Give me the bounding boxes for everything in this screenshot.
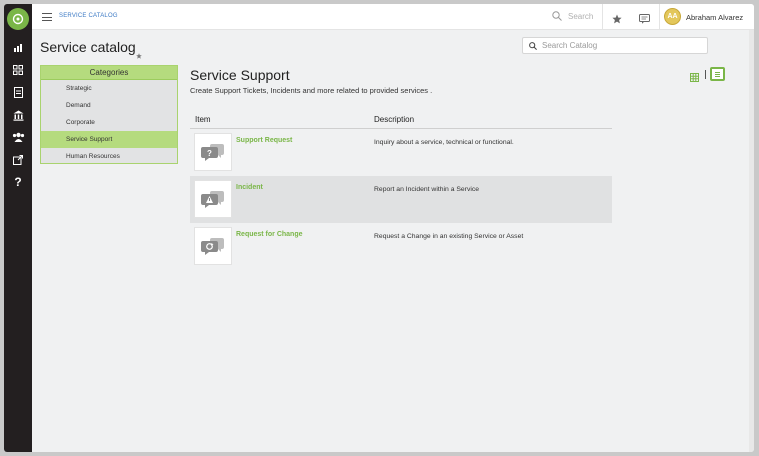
users-icon[interactable] bbox=[4, 129, 32, 145]
list-view-icon bbox=[715, 71, 720, 77]
app-logo[interactable] bbox=[7, 8, 29, 30]
question-bubble-icon: ? bbox=[201, 144, 224, 161]
view-toggle-divider bbox=[705, 70, 706, 79]
category-item-demand[interactable]: Demand bbox=[41, 97, 177, 114]
building-icon[interactable] bbox=[4, 107, 32, 123]
search-icon bbox=[552, 11, 562, 21]
global-search[interactable]: Search bbox=[552, 11, 593, 21]
divider bbox=[602, 4, 603, 30]
hamburger-menu-icon[interactable] bbox=[42, 13, 52, 21]
search-icon bbox=[529, 41, 537, 50]
category-item-human-resources[interactable]: Human Resources bbox=[41, 148, 177, 165]
page-scrollbar[interactable] bbox=[749, 30, 754, 452]
external-link-icon[interactable] bbox=[4, 152, 32, 168]
item-link-incident[interactable]: Incident bbox=[236, 184, 263, 191]
item-description: Inquiry about a service, technical or fu… bbox=[374, 139, 514, 146]
global-search-placeholder: Search bbox=[568, 11, 594, 21]
grid-icon[interactable] bbox=[4, 62, 32, 78]
column-header-description: Description bbox=[374, 115, 415, 124]
breadcrumb[interactable]: SERVICE CATALOG bbox=[59, 13, 118, 19]
top-bar: SERVICE CATALOG Search AA Abraham Alvare… bbox=[32, 4, 754, 30]
section-description: Create Support Tickets, Incidents and mo… bbox=[190, 86, 433, 95]
catalog-items-table: Item Description ? Support Request Inqui… bbox=[190, 111, 612, 270]
avatar[interactable]: AA bbox=[664, 8, 681, 25]
categories-header: Categories bbox=[41, 66, 177, 80]
list-view-button[interactable] bbox=[710, 67, 725, 81]
item-thumbnail[interactable] bbox=[194, 180, 232, 218]
app-window: ? SERVICE CATALOG Search AA Abraham Alva… bbox=[4, 4, 754, 452]
item-description: Report an Incident within a Service bbox=[374, 186, 480, 193]
category-item-strategic[interactable]: Strategic bbox=[41, 80, 177, 97]
page-title: Service catalog bbox=[40, 39, 136, 55]
warning-bubble-icon bbox=[201, 191, 224, 208]
item-description: Request a Change in an existing Service … bbox=[374, 233, 524, 240]
table-row[interactable]: ? Support Request Inquiry about a servic… bbox=[190, 129, 612, 176]
item-thumbnail[interactable]: ? bbox=[194, 133, 232, 171]
left-rail: ? bbox=[4, 4, 32, 452]
section-title: Service Support bbox=[190, 67, 290, 83]
item-thumbnail[interactable] bbox=[194, 227, 232, 265]
item-link-support-request[interactable]: Support Request bbox=[236, 137, 292, 144]
category-item-corporate[interactable]: Corporate bbox=[41, 114, 177, 131]
table-row[interactable]: Request for Change Request a Change in a… bbox=[190, 223, 612, 270]
refresh-bubble-icon bbox=[201, 238, 224, 255]
favorites-star-icon[interactable] bbox=[612, 11, 622, 29]
table-row[interactable]: Incident Report an Incident within a Ser… bbox=[190, 176, 612, 223]
column-header-item: Item bbox=[195, 115, 211, 124]
table-header: Item Description bbox=[190, 111, 612, 129]
logo-icon bbox=[12, 13, 24, 25]
chat-icon[interactable] bbox=[639, 11, 650, 29]
catalog-search-input[interactable] bbox=[542, 41, 702, 50]
grid-view-icon[interactable] bbox=[690, 69, 699, 87]
divider bbox=[659, 4, 660, 30]
document-icon[interactable] bbox=[4, 84, 32, 100]
category-item-service-support[interactable]: Service Support bbox=[41, 131, 177, 148]
catalog-search[interactable] bbox=[522, 37, 708, 54]
pin-icon[interactable] bbox=[136, 46, 142, 64]
svg-text:?: ? bbox=[207, 149, 212, 158]
item-link-request-for-change[interactable]: Request for Change bbox=[236, 231, 303, 238]
help-icon[interactable]: ? bbox=[4, 174, 32, 190]
categories-panel: Categories Strategic Demand Corporate Se… bbox=[40, 65, 178, 164]
dashboard-chart-icon[interactable] bbox=[4, 40, 32, 56]
user-name[interactable]: Abraham Alvarez bbox=[686, 13, 743, 22]
